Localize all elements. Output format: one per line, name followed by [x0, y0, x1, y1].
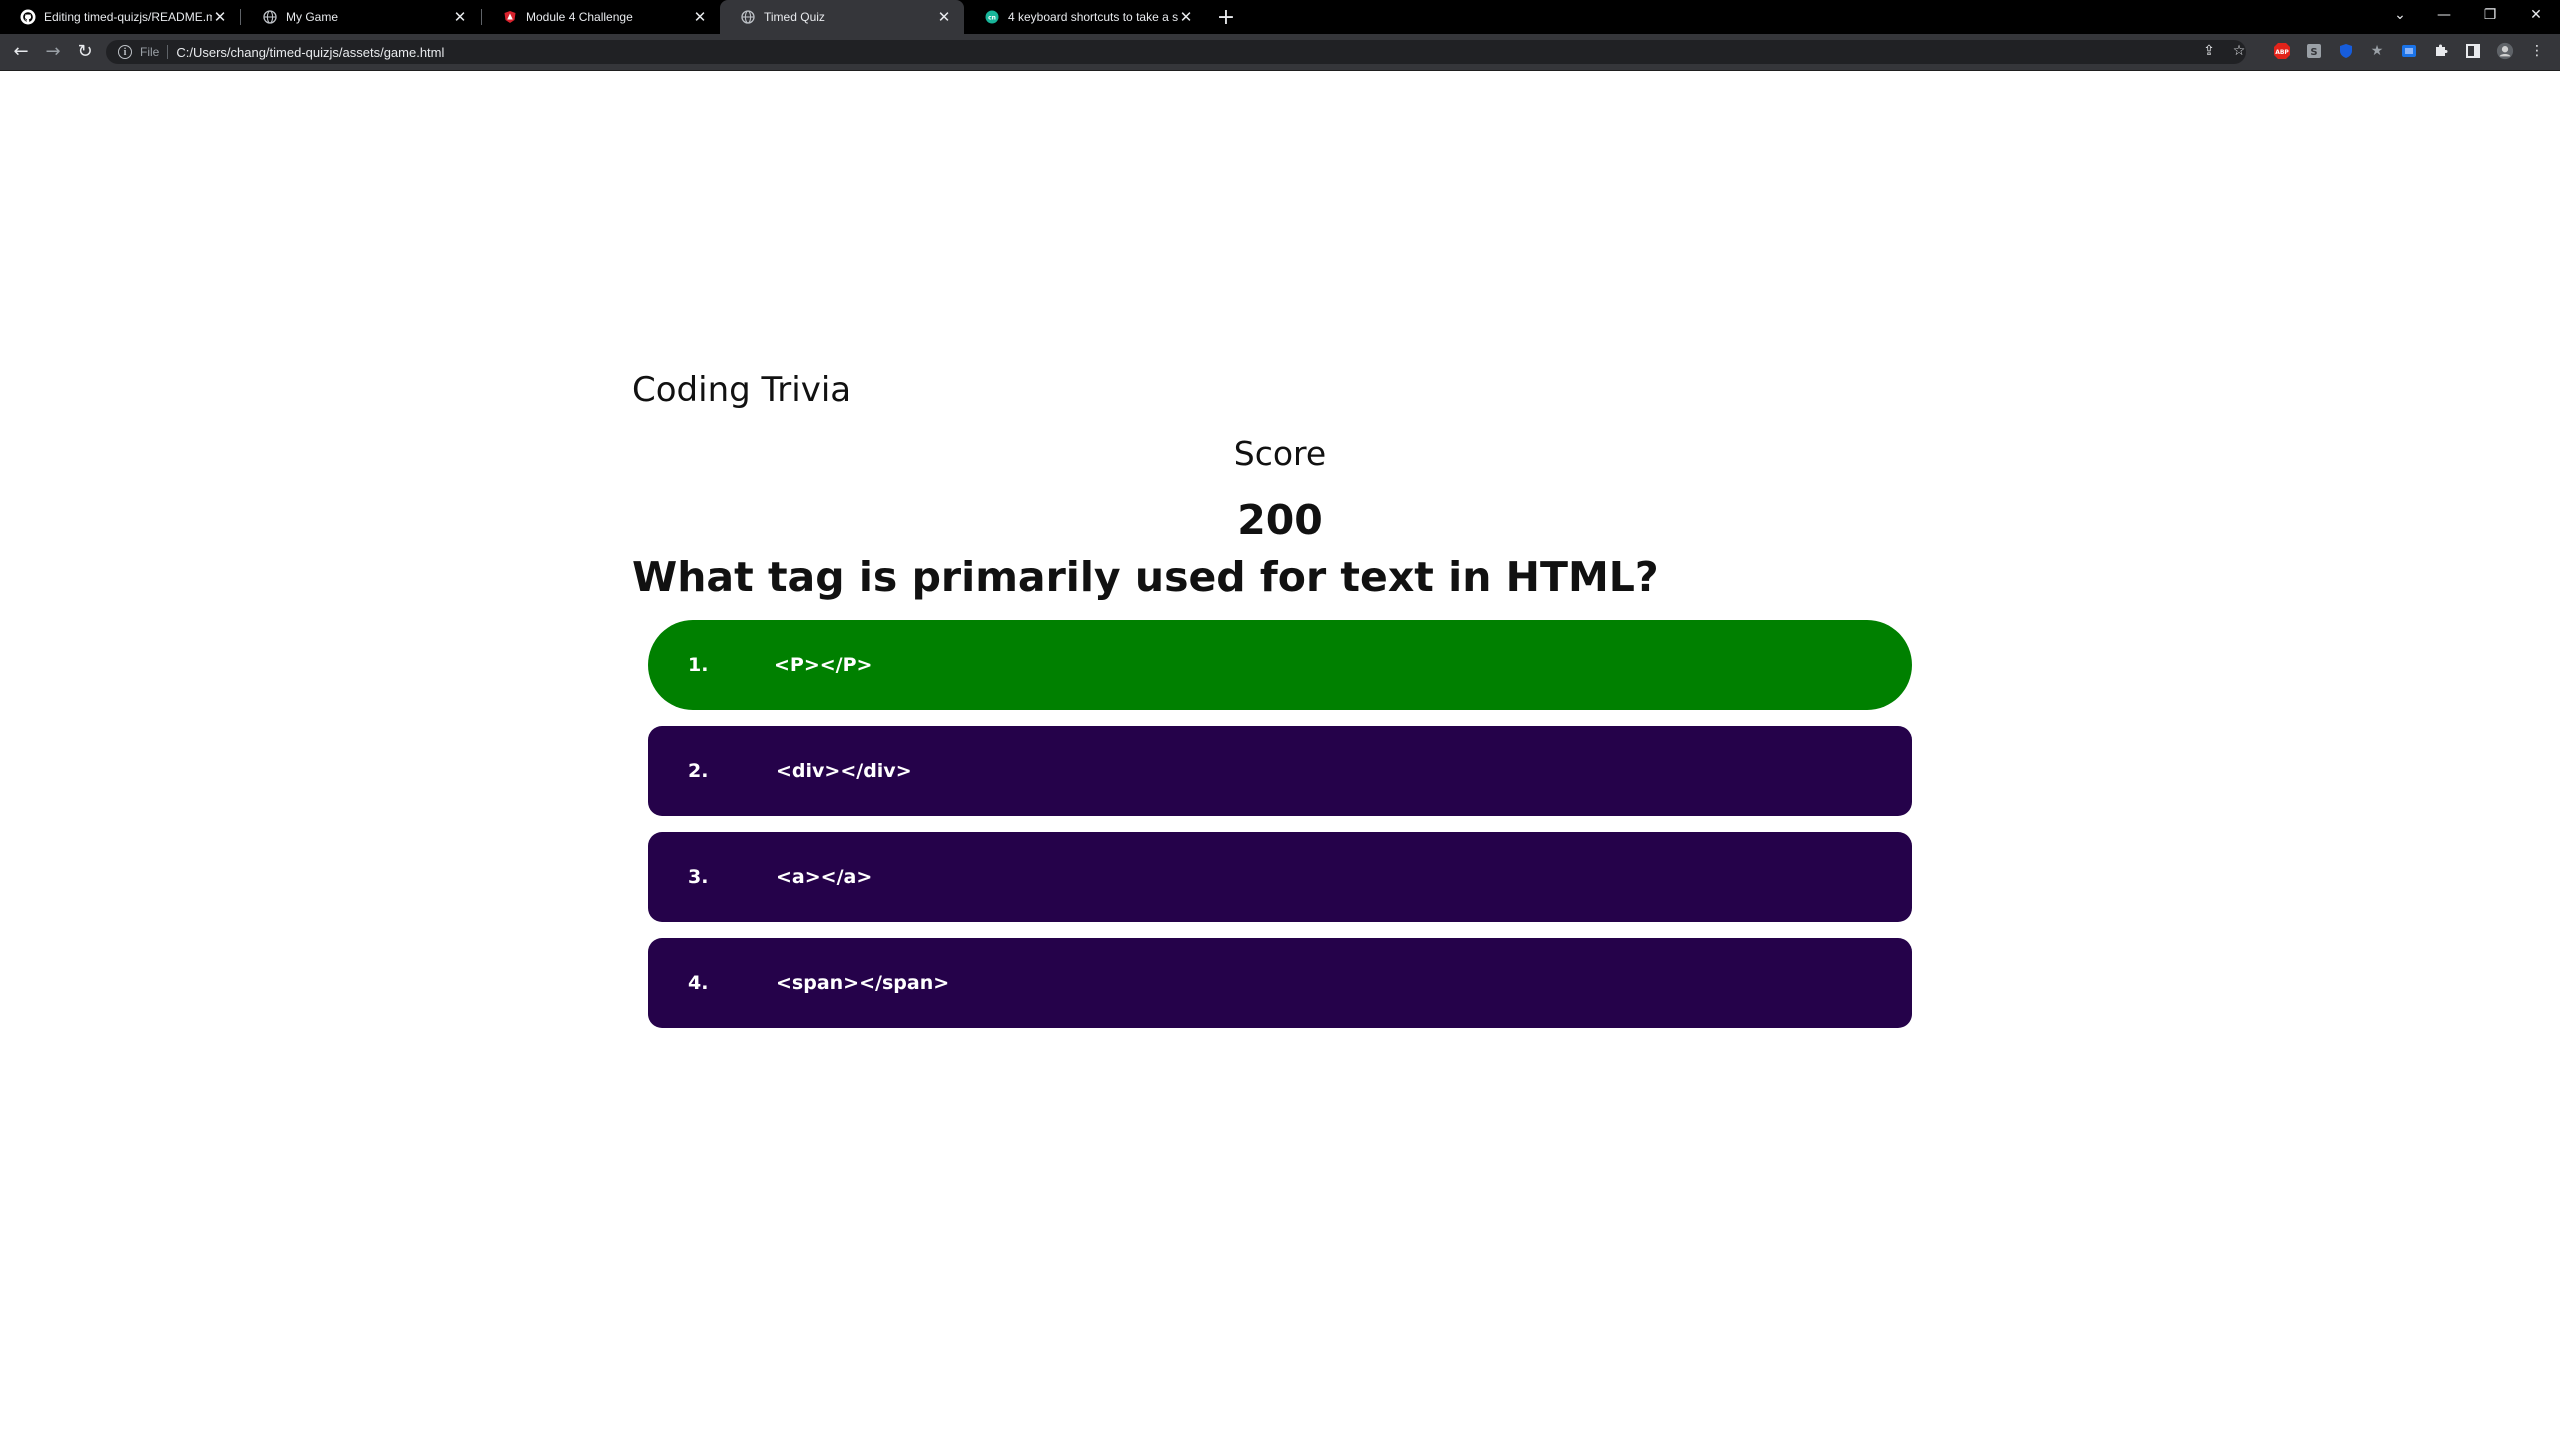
arrow-left-icon: ←: [13, 40, 29, 62]
reload-icon: ↻: [77, 40, 93, 62]
abp-extension-icon[interactable]: ABP: [2273, 42, 2291, 60]
plus-icon: +: [1216, 4, 1236, 30]
close-icon: ✕: [2530, 7, 2542, 23]
globe-icon: [262, 9, 278, 25]
score-label: Score: [1233, 434, 1327, 473]
restore-icon: ❐: [2483, 7, 2497, 23]
divider: [167, 45, 169, 59]
tab-timed-quiz[interactable]: Timed Quiz ✕: [720, 0, 964, 34]
close-icon[interactable]: ✕: [936, 8, 952, 26]
tab-divider: [240, 9, 241, 25]
answer-choice-2[interactable]: 2. <div></div>: [648, 726, 1912, 816]
info-icon[interactable]: i: [118, 45, 132, 59]
answer-choice-1[interactable]: 1. <P></P>: [648, 620, 1912, 710]
chevron-down-icon: ⌄: [2394, 7, 2406, 23]
choice-number: 4.: [688, 972, 709, 994]
close-icon[interactable]: ✕: [212, 8, 228, 26]
close-icon[interactable]: ✕: [1178, 8, 1194, 26]
reload-button[interactable]: ↻: [72, 38, 98, 64]
close-window-button[interactable]: ✕: [2516, 0, 2556, 30]
new-tab-button[interactable]: +: [1212, 0, 1240, 34]
tab-title: My Game: [286, 10, 339, 24]
shield-icon: [502, 9, 518, 25]
close-icon[interactable]: ✕: [452, 8, 468, 26]
tab-title: Timed Quiz: [764, 10, 825, 24]
github-icon: [20, 9, 36, 25]
address-bar[interactable]: i File C:/Users/chang/timed-quizjs/asset…: [106, 40, 2246, 64]
choice-text: <div></div>: [776, 760, 912, 782]
choice-text: <P></P>: [774, 654, 873, 676]
tab-strip: Editing timed-quizjs/README.md ✕ My Game…: [0, 0, 2560, 34]
tab-keyboard-shortcuts[interactable]: cn 4 keyboard shortcuts to take a sc ✕: [964, 0, 1206, 34]
shield-extension-icon[interactable]: [2337, 42, 2355, 60]
choice-text: <span></span>: [776, 972, 950, 994]
sidepanel-icon[interactable]: [2464, 42, 2482, 60]
tab-my-game[interactable]: My Game ✕: [242, 0, 480, 34]
choice-number: 1.: [688, 654, 709, 676]
tab-editing-readme[interactable]: Editing timed-quizjs/README.md ✕: [0, 0, 240, 34]
forward-button[interactable]: →: [40, 38, 66, 64]
choice-number: 2.: [688, 760, 709, 782]
tab-module-4-challenge[interactable]: Module 4 Challenge ✕: [482, 0, 720, 34]
url-scheme: File: [140, 45, 160, 59]
score-value: 200: [1237, 496, 1323, 544]
back-button[interactable]: ←: [8, 38, 34, 64]
tab-search-button[interactable]: ⌄: [2380, 0, 2420, 30]
app-title: Coding Trivia: [632, 370, 852, 410]
avatar-icon[interactable]: [2496, 42, 2514, 60]
svg-text:cn: cn: [988, 15, 996, 22]
bookmark-star-icon[interactable]: ☆: [2230, 42, 2248, 60]
tab-title: Module 4 Challenge: [526, 10, 633, 24]
share-icon[interactable]: ⇪: [2200, 42, 2218, 60]
menu-icon[interactable]: ⋮: [2528, 42, 2546, 60]
answer-choices: 1. <P></P> 2. <div></div> 3. <a></a> 4. …: [648, 620, 1912, 1044]
extension-icon[interactable]: S: [2305, 42, 2323, 60]
choice-number: 3.: [688, 866, 709, 888]
question-text: What tag is primarily used for text in H…: [632, 553, 1659, 601]
answer-choice-3[interactable]: 3. <a></a>: [648, 832, 1912, 922]
puzzle-icon[interactable]: [2432, 42, 2450, 60]
svg-text:ABP: ABP: [2275, 49, 2289, 56]
tab-title: 4 keyboard shortcuts to take a sc: [1008, 10, 1178, 24]
site-icon: cn: [984, 9, 1000, 25]
minimize-icon: —: [2437, 7, 2451, 23]
star-extension-icon[interactable]: ★: [2368, 42, 2386, 60]
tab-title: Editing timed-quizjs/README.md: [44, 10, 212, 24]
close-icon[interactable]: ✕: [692, 8, 708, 26]
choice-text: <a></a>: [776, 866, 873, 888]
toolbar-divider: [0, 70, 2560, 71]
minimize-button[interactable]: —: [2424, 0, 2464, 30]
arrow-right-icon: →: [45, 40, 61, 62]
url-text[interactable]: C:/Users/chang/timed-quizjs/assets/game.…: [176, 45, 444, 60]
restore-button[interactable]: ❐: [2470, 0, 2510, 30]
globe-icon: [740, 9, 756, 25]
answer-choice-4[interactable]: 4. <span></span>: [648, 938, 1912, 1028]
extension-icon[interactable]: [2400, 42, 2418, 60]
svg-text:S: S: [2310, 47, 2317, 58]
